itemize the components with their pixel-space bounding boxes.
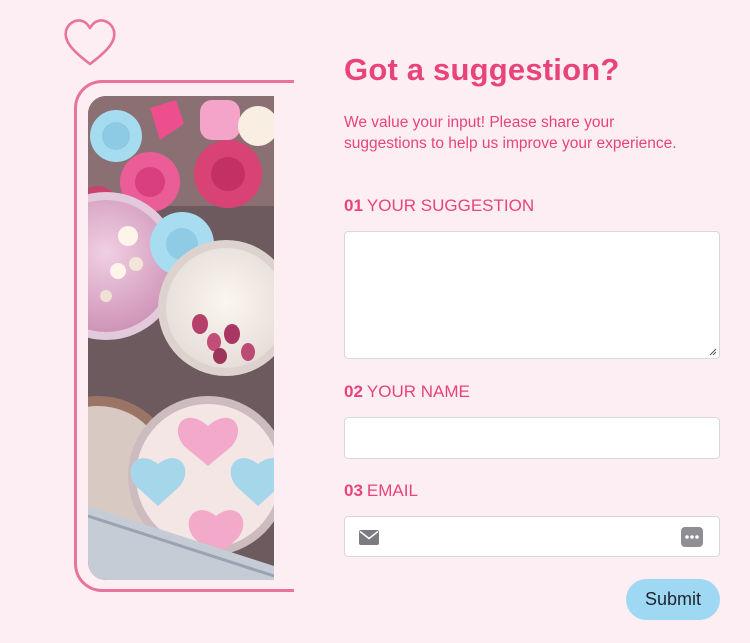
heart-icon <box>64 19 116 66</box>
email-label: 03 EMAIL <box>344 481 418 501</box>
email-input[interactable] <box>344 516 720 557</box>
field-number: 02 <box>344 382 363 401</box>
name-label: 02 YOUR NAME <box>344 382 470 402</box>
autofill-key-icon[interactable] <box>681 527 703 547</box>
field-label-text: EMAIL <box>366 481 418 500</box>
field-number: 01 <box>344 196 363 215</box>
field-number: 03 <box>344 481 363 500</box>
page-title: Got a suggestion? <box>344 52 620 87</box>
suggestion-textarea[interactable] <box>344 231 720 359</box>
field-label-text: YOUR SUGGESTION <box>366 196 535 215</box>
intro-line: suggestions to help us improve your expe… <box>344 135 677 152</box>
mail-icon <box>359 530 379 545</box>
field-label-text: YOUR NAME <box>366 382 470 401</box>
intro-line: We value your input! Please share your <box>344 114 615 131</box>
resize-grip-icon[interactable] <box>709 348 717 356</box>
submit-button[interactable]: Submit <box>626 579 720 620</box>
suggestion-label: 01 YOUR SUGGESTION <box>344 196 534 216</box>
intro-text: We value your input! Please share your s… <box>344 112 720 154</box>
name-input[interactable] <box>344 417 720 459</box>
candles-photo <box>88 96 274 580</box>
